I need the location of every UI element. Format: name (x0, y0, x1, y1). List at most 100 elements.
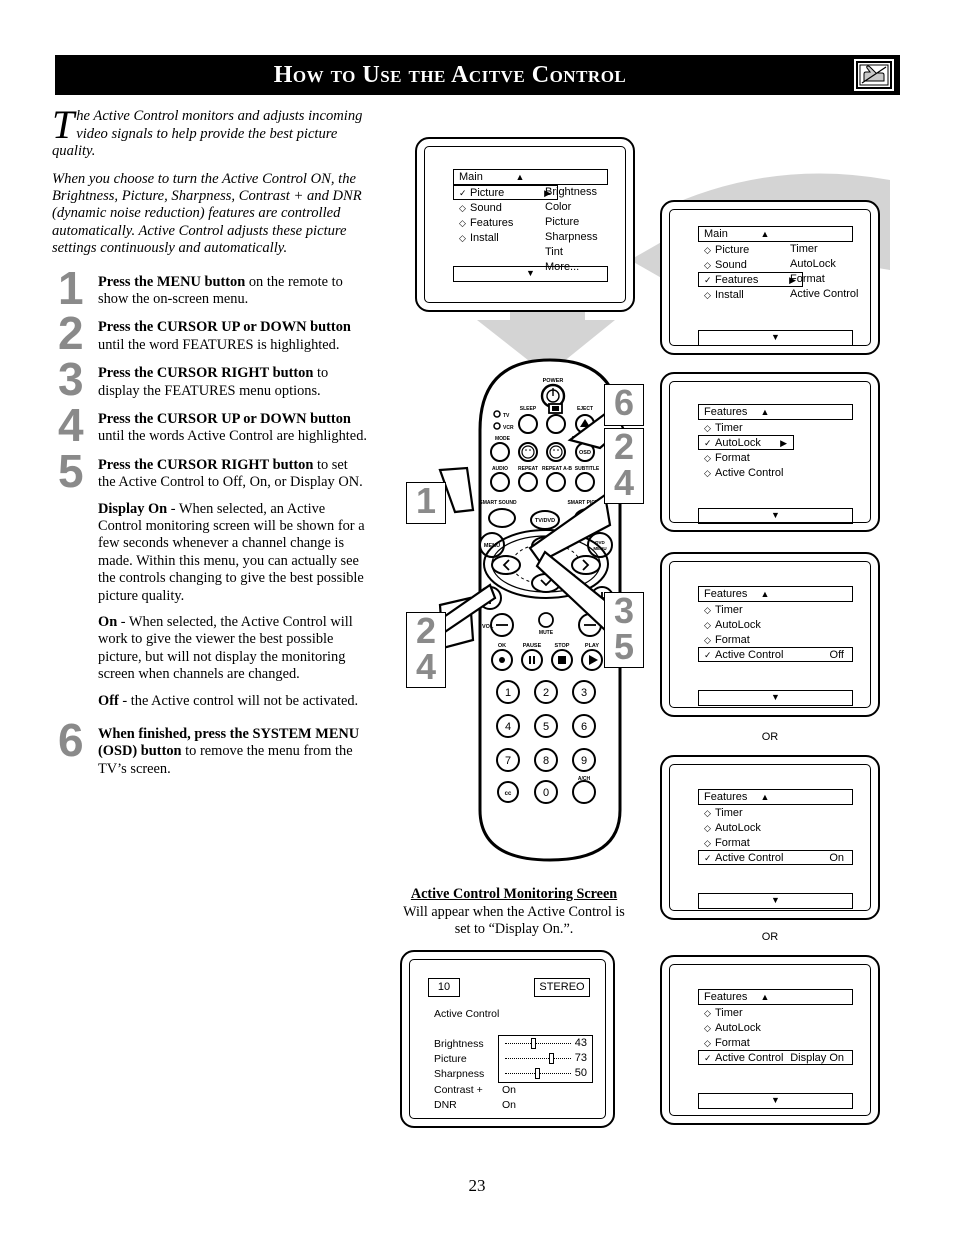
osd3-item-timer[interactable]: ◇ Timer (698, 420, 853, 435)
svg-text:1: 1 (505, 687, 511, 699)
submenu-item-brightness[interactable]: Brightness (545, 185, 598, 200)
slider-track-brightness (505, 1043, 571, 1044)
scroll-down-icon-6: ▼ (771, 1095, 780, 1105)
tv-screen-active-control-off: Features ▲ ◇ Timer ◇ AutoLock ◇ Format ✓ Act… (660, 552, 880, 717)
osd6-item-active-control[interactable]: ✓ Active Control Display On (698, 1050, 853, 1065)
osd-footer-4[interactable]: ▼ (698, 690, 853, 706)
step-2-rest: until the word FEATURES is highlighted. (98, 336, 340, 353)
off-description: Off - the Active control will not be act… (98, 693, 367, 710)
step-4: 4 Press the CURSOR UP or DOWN button unt… (52, 402, 367, 448)
osd-title-2: Main ▲ (698, 226, 853, 242)
monitoring-caption-text: Will appear when the Active Control is s… (403, 903, 625, 938)
slider-knob-sharpness[interactable] (535, 1068, 540, 1079)
osd-title-1: Main ▲ (453, 169, 608, 185)
svg-text:3: 3 (581, 687, 587, 699)
chevron-right-icon-3: ▶ (780, 438, 787, 448)
osd3-item-format[interactable]: ◇ Format (698, 450, 853, 465)
osd5-item-autolock[interactable]: ◇ AutoLock (698, 820, 853, 835)
osd-item-label-4: Install (470, 232, 499, 244)
osd-menu-5: Features ▲ ◇ Timer ◇ AutoLock ◇ Format ✓ Act… (698, 789, 853, 909)
toggle-value-contrast: On (502, 1084, 517, 1096)
slider-knob-brightness[interactable] (530, 1038, 536, 1049)
osd-title-text-4: Features (704, 588, 748, 600)
svg-text:2: 2 (543, 687, 549, 699)
scroll-up-icon-1[interactable]: ▲ (516, 173, 525, 182)
osd6-item-autolock[interactable]: ◇ AutoLock (698, 1020, 853, 1035)
intro-paragraph-1: The Active Control monitors and adjusts … (52, 105, 367, 161)
tv-screen-features-autolock: Features ▲ ◇ Timer ✓ AutoLock ▶ ◇ Format ◇ A… (660, 372, 880, 532)
submenu-item-picture[interactable]: Picture (545, 215, 598, 230)
callout-right-5: 5 (613, 626, 635, 667)
osd6-item-format[interactable]: ◇ Format (698, 1035, 853, 1050)
step-5-text: Press the CURSOR RIGHT button to set the… (98, 457, 367, 492)
slider-label-picture: Picture (434, 1053, 467, 1065)
osd-footer-6[interactable]: ▼ (698, 1093, 853, 1109)
step-2-number: 2 (58, 307, 84, 360)
scroll-down-icon-1: ▼ (526, 268, 535, 278)
scroll-up-icon-5[interactable]: ▲ (761, 793, 770, 802)
diamond-icon-6a: ◇ (704, 1008, 711, 1018)
osd-footer-3[interactable]: ▼ (698, 508, 853, 524)
osd5-label-1: Timer (715, 807, 743, 819)
callout-1-number: 1 (415, 480, 437, 521)
step-4-text: Press the CURSOR UP or DOWN button until… (98, 411, 367, 446)
osd3-label-4: Active Control (715, 467, 784, 479)
submenu2-item-format[interactable]: Format (790, 272, 858, 287)
callout-2-4-left: 2 4 (406, 612, 446, 688)
tv-screen-main-picture: Main ▲ ✓ Picture ▶ ◇ Sound ◇ Features ◇ Inst… (415, 137, 635, 312)
step-4-rest: until the words Active Control are highl… (98, 428, 367, 445)
osd-menu-3: Features ▲ ◇ Timer ✓ AutoLock ▶ ◇ Format ◇ A… (698, 404, 853, 524)
slider-knob-picture[interactable] (548, 1053, 554, 1064)
osd6-item-timer[interactable]: ◇ Timer (698, 1005, 853, 1020)
submenu-item-more[interactable]: More... (545, 260, 598, 275)
page-number: 23 (468, 1176, 486, 1195)
submenu2-item-active-control[interactable]: Active Control (790, 287, 858, 302)
step-5-bold: Press the CURSOR RIGHT button (98, 456, 314, 473)
slider-picture[interactable]: 73 (499, 1051, 592, 1066)
callout-6: 6 (604, 384, 644, 426)
submenu2-item-autolock[interactable]: AutoLock (790, 257, 858, 272)
tv-screen-monitoring: 10 STEREO Active Control Brightness Pict… (400, 950, 615, 1128)
scroll-up-icon-4[interactable]: ▲ (761, 590, 770, 599)
step-3-bold: Press the CURSOR RIGHT button (98, 365, 314, 382)
osd-footer-5[interactable]: ▼ (698, 893, 853, 909)
submenu-item-tint[interactable]: Tint (545, 245, 598, 260)
osd3-item-active-control[interactable]: ◇ Active Control (698, 465, 853, 480)
svg-text:8: 8 (543, 755, 549, 767)
toggle-value-dnr: On (502, 1099, 517, 1111)
osd-item-picture[interactable]: ✓ Picture ▶ (453, 185, 558, 200)
callout-left-4: 4 (415, 646, 437, 687)
scroll-down-icon-5: ▼ (771, 895, 780, 905)
scroll-up-icon-3[interactable]: ▲ (761, 408, 770, 417)
osd-footer-2[interactable]: ▼ (698, 330, 853, 346)
monitoring-heading: Active Control (434, 1008, 500, 1020)
slider-sharpness[interactable]: 50 (499, 1066, 592, 1081)
osd2-item-features[interactable]: ✓ Features ▶ (698, 272, 803, 287)
osd3-item-autolock[interactable]: ✓ AutoLock ▶ (698, 435, 794, 450)
submenu2-item-timer[interactable]: Timer (790, 242, 858, 257)
osd4-label-3: Format (715, 634, 750, 646)
osd5-item-format[interactable]: ◇ Format (698, 835, 853, 850)
step-6-number: 6 (58, 714, 84, 767)
step-3-number: 3 (58, 353, 84, 406)
osd-title-text-2: Main (704, 228, 728, 240)
step-5: 5 Press the CURSOR RIGHT button to set t… (52, 448, 367, 710)
check-icon-1: ✓ (459, 188, 467, 198)
submenu-item-color[interactable]: Color (545, 200, 598, 215)
check-icon-4: ✓ (704, 650, 712, 660)
osd6-label-3: Format (715, 1037, 750, 1049)
submenu-item-sharpness[interactable]: Sharpness (545, 230, 598, 245)
scroll-up-icon-2[interactable]: ▲ (761, 230, 770, 239)
slider-brightness[interactable]: 43 (499, 1036, 592, 1051)
osd5-item-timer[interactable]: ◇ Timer (698, 805, 853, 820)
osd4-item-timer[interactable]: ◇ Timer (698, 602, 853, 617)
callout-right-4: 4 (613, 462, 635, 503)
diamond-icon-1c: ◇ (459, 233, 466, 243)
osd5-item-active-control[interactable]: ✓ Active Control On (698, 850, 853, 865)
osd4-item-active-control[interactable]: ✓ Active Control Off (698, 647, 853, 662)
active-control-value-off: Off (829, 649, 844, 661)
scroll-up-icon-6[interactable]: ▲ (761, 993, 770, 1002)
osd4-item-format[interactable]: ◇ Format (698, 632, 853, 647)
osd4-item-autolock[interactable]: ◇ AutoLock (698, 617, 853, 632)
svg-text:4: 4 (505, 721, 511, 733)
